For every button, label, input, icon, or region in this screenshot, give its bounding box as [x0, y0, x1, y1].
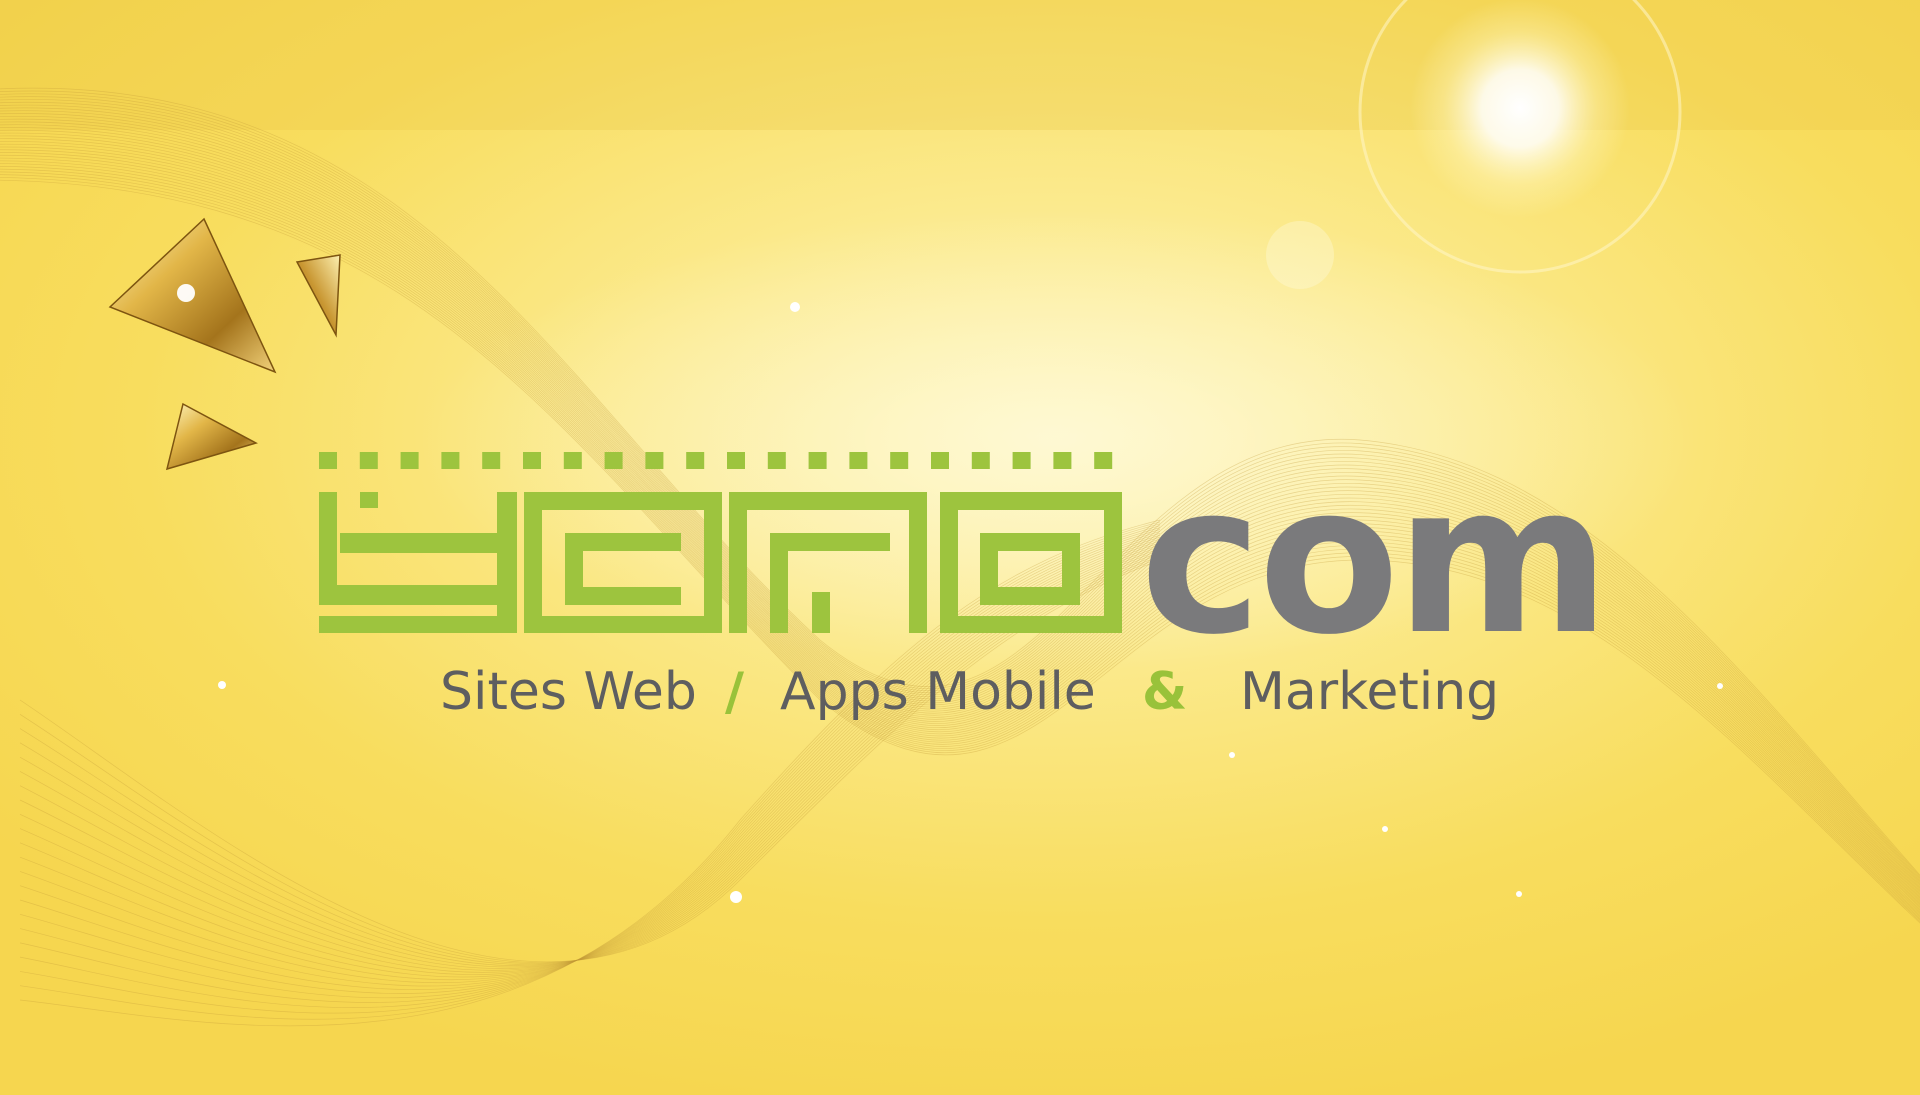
gold-triangle-icon: [295, 254, 341, 338]
tagline-sites-web: Sites Web: [440, 662, 697, 722]
tagline-marketing: Marketing: [1240, 662, 1500, 722]
gold-triangles: [108, 217, 341, 471]
lens-flare: [1266, 221, 1334, 289]
tagline-apps-mobile: Apps Mobile: [780, 662, 1096, 722]
background-art: [0, 0, 1920, 1027]
tagline: Sites Web / Apps Mobile & Marketing: [440, 655, 1500, 729]
banner: com Sites Web / Apps Mobile & Marketing: [0, 0, 1920, 1095]
gold-triangle-icon: [165, 402, 258, 471]
tagline-separator-slash: /: [725, 662, 744, 722]
tagline-separator-ampersand: &: [1142, 662, 1188, 722]
logo-wordmark: com: [1140, 440, 1610, 680]
sun-glow: [1410, 0, 1630, 218]
